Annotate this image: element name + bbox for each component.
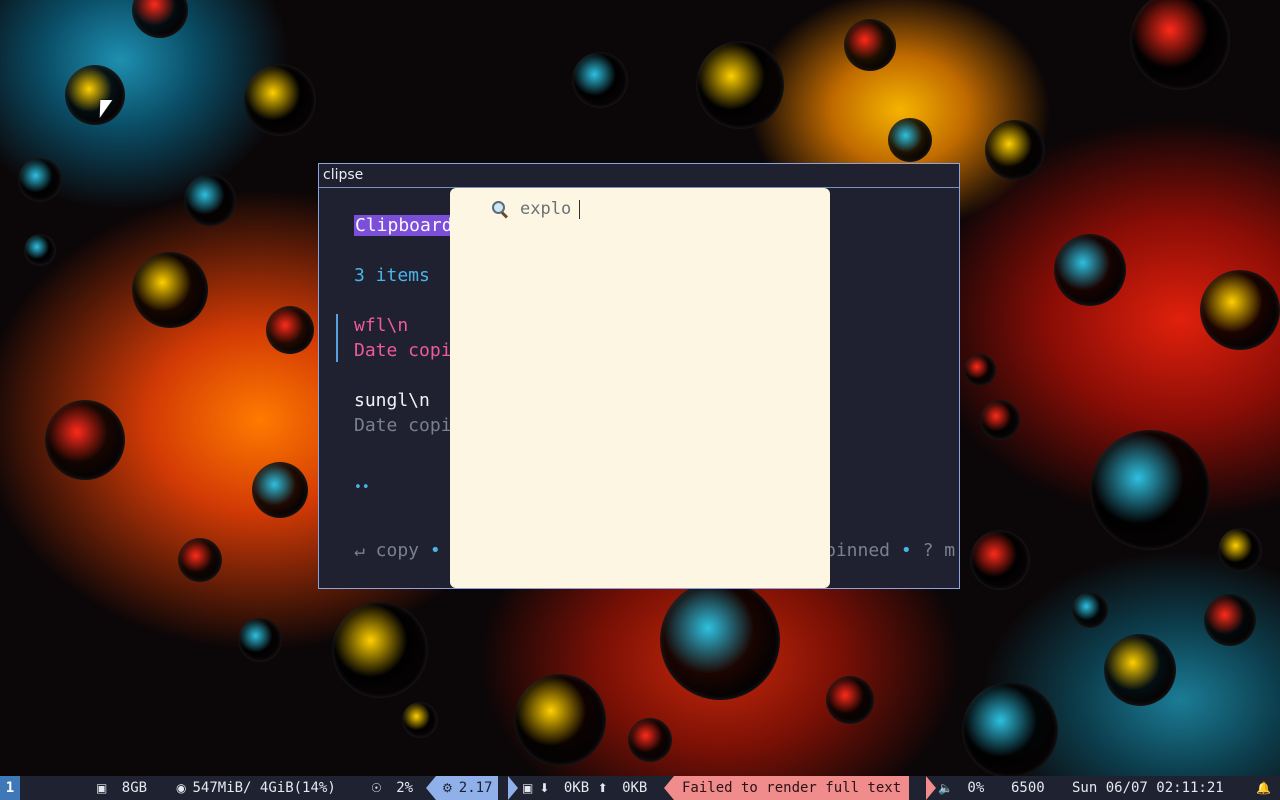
window-title: clipse: [319, 164, 959, 188]
list-item-date: Date copi: [354, 415, 452, 436]
help-more-label: ? m: [922, 540, 956, 561]
network-icon: ▣: [522, 781, 534, 795]
help-separator: •: [429, 540, 441, 561]
water-drop: [964, 354, 996, 386]
net-down-value: 0KB: [563, 780, 590, 796]
load-module: ⚙ 2.17: [436, 776, 499, 800]
water-drop: [238, 618, 282, 662]
water-drop: [1218, 528, 1262, 572]
water-drop: [244, 64, 316, 136]
load-value: 2.17: [458, 780, 493, 796]
water-drop: [65, 65, 125, 125]
memory-value: 547MiB/ 4GiB(14%): [192, 780, 336, 796]
disk-module: ▣ 8GB: [96, 776, 147, 800]
search-input[interactable]: [520, 199, 580, 219]
search-icon: [490, 199, 510, 219]
clipboard-header: Clipboard: [354, 215, 454, 236]
water-drop: [660, 580, 780, 700]
water-drop: [252, 462, 308, 518]
water-drop: [132, 0, 188, 38]
network-module: ▣ ⬇ 0KB ⬆ 0KB: [522, 776, 647, 800]
text-caret: [579, 199, 580, 219]
water-drop: [178, 538, 222, 582]
item-count: 3 items: [354, 265, 430, 286]
segment-arrow: [926, 776, 936, 800]
net-up-value: 0KB: [622, 780, 648, 796]
water-drop: [514, 674, 606, 766]
water-drop: [1104, 634, 1176, 706]
water-drop: [970, 530, 1030, 590]
water-drop: [18, 158, 62, 202]
help-copy: ↵ copy •: [354, 539, 441, 563]
water-drop: [402, 702, 438, 738]
water-drop: [132, 252, 208, 328]
temperature-value: 6500: [1011, 780, 1045, 796]
help-copy-label: ↵ copy: [354, 540, 420, 561]
water-drop: [962, 682, 1058, 776]
search-bar[interactable]: [490, 198, 580, 220]
volume-value: 0%: [967, 780, 985, 796]
volume-module[interactable]: 🔈 0%: [938, 776, 984, 800]
water-drop: [332, 602, 428, 698]
water-drop: [888, 118, 932, 162]
water-drop: [184, 174, 236, 226]
water-drop: [1130, 0, 1230, 90]
bell-icon[interactable]: 🔔: [1256, 776, 1277, 800]
water-drop: [844, 19, 896, 71]
water-drop: [1204, 594, 1256, 646]
water-drop: [24, 234, 56, 266]
workspace-indicator[interactable]: 1: [0, 776, 20, 800]
water-drop: [45, 400, 125, 480]
mouse-pointer-icon: [99, 100, 113, 118]
cpu-value: 2%: [396, 780, 414, 796]
memory-module: ◉ 547MiB/ 4GiB(14%): [176, 776, 336, 800]
water-drop: [980, 400, 1020, 440]
search-popup[interactable]: [450, 188, 830, 588]
water-drop: [1090, 430, 1210, 550]
disk-icon: ▣: [96, 781, 108, 795]
upload-icon: ⬆: [597, 781, 608, 795]
help-pinned: pinned • ? m: [825, 539, 955, 563]
download-icon: ⬇: [539, 781, 550, 795]
water-drop: [1054, 234, 1126, 306]
help-pinned-label: pinned: [825, 540, 891, 561]
cpu-icon: ☉: [371, 781, 382, 795]
water-drop: [628, 718, 672, 762]
disk-value: 8GB: [121, 780, 148, 796]
speaker-icon: 🔈: [938, 781, 953, 795]
memory-icon: ◉: [176, 781, 187, 795]
list-item-date: Date copi: [354, 340, 452, 361]
pagination-dots: ••: [354, 480, 370, 495]
list-item-text[interactable]: sungl\n: [354, 389, 430, 413]
water-drop: [826, 676, 874, 724]
water-drop: [1200, 270, 1280, 350]
water-drop: [1072, 592, 1108, 628]
water-drop: [985, 120, 1045, 180]
warning-module: Failed to render full text: [674, 776, 910, 800]
cpu-module: ☉ 2%: [371, 776, 413, 800]
help-separator: •: [900, 540, 912, 561]
selection-indicator: [336, 314, 338, 362]
segment-arrow: [426, 776, 436, 800]
segment-arrow: [508, 776, 518, 800]
water-drop: [572, 52, 628, 108]
water-drop: [696, 41, 784, 129]
gear-icon: ⚙: [442, 781, 453, 795]
water-drop: [266, 306, 314, 354]
segment-arrow: [664, 776, 674, 800]
list-item-text[interactable]: wfl\n: [354, 314, 408, 338]
clock: Sun 06/07 02:11:21: [1072, 780, 1224, 796]
status-bar: 1 ▣ 8GB ◉ 547MiB/ 4GiB(14%) ☉ 2% ⚙ 2.17 ▣ ⬇…: [0, 776, 1280, 800]
